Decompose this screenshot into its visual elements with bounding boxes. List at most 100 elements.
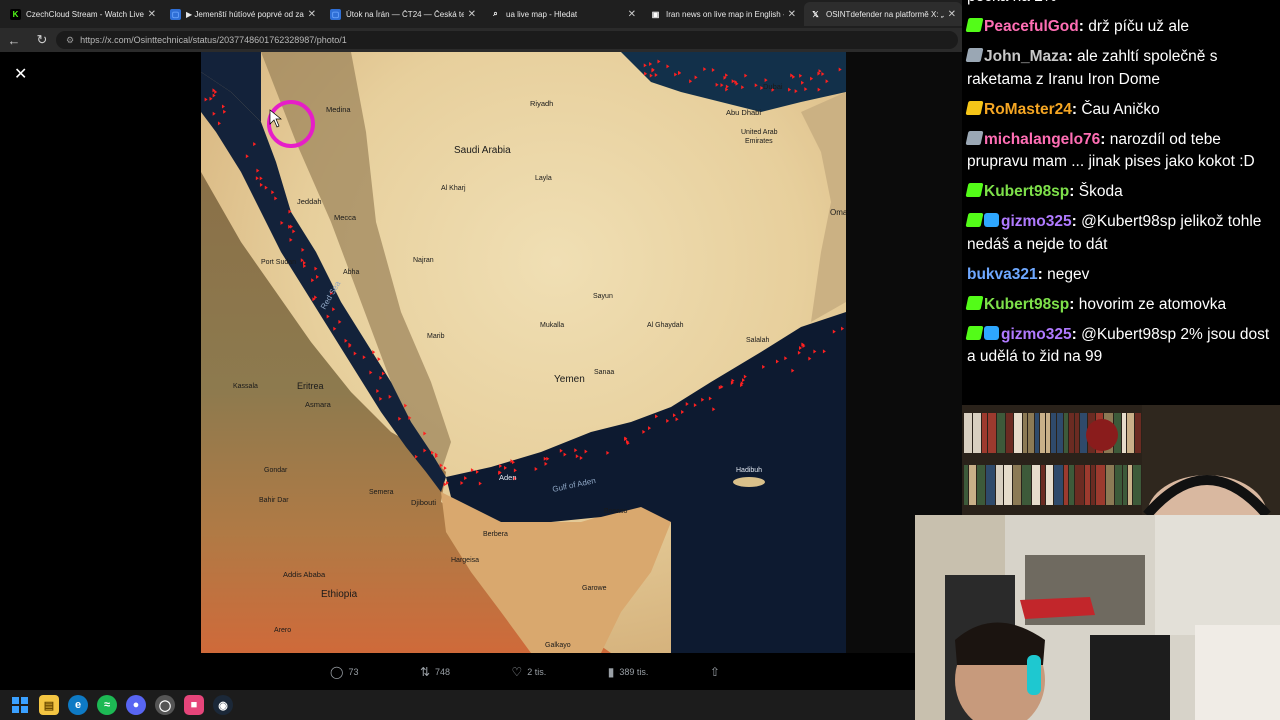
- url-field[interactable]: ⚙ https://x.com/Osinttechnical/status/20…: [56, 31, 958, 49]
- chat-message: RoMaster24: Čau Aničko: [965, 99, 1276, 122]
- book: [1032, 465, 1040, 505]
- kick-badge-yellow-icon: [965, 100, 984, 115]
- reload-icon[interactable]: ↻: [28, 32, 56, 48]
- label-hargeisa: Hargeisa: [451, 557, 479, 564]
- browser-tab[interactable]: 𝕏 OSINTdefender na platformě X: „A ✕: [804, 2, 962, 26]
- label-saudi-arabia: Saudi Arabia: [454, 145, 511, 156]
- chat-username[interactable]: gizmo325: [1001, 326, 1072, 343]
- tab-close-icon[interactable]: ✕: [148, 9, 156, 20]
- label-kassala: Kassala: [233, 383, 258, 390]
- chat-username[interactable]: Kubert98sp: [984, 296, 1069, 313]
- spotify-icon[interactable]: ≈: [97, 695, 117, 715]
- label-bosaso: Bosaso: [604, 508, 627, 515]
- diamond-badge-icon: [984, 325, 999, 340]
- label-sanaa: Sanaa: [594, 369, 614, 376]
- browser-tab[interactable]: ▢ Útok na Írán — ČT24 — Česká tele ✕: [324, 2, 482, 26]
- book: [1046, 465, 1053, 505]
- chat-text: hovorim ze atomovka: [1078, 295, 1227, 313]
- obs-icon[interactable]: ◯: [155, 695, 175, 715]
- tab-close-icon[interactable]: ✕: [468, 9, 476, 20]
- book: [964, 413, 972, 453]
- close-icon[interactable]: ✕: [14, 64, 27, 84]
- url-text: https://x.com/Osinttechnical/status/2037…: [80, 35, 347, 45]
- book: [1128, 465, 1132, 505]
- app-icon[interactable]: ■: [184, 695, 204, 715]
- kick-badge-icon: [965, 325, 984, 340]
- chat-username[interactable]: michalangelo76: [984, 131, 1100, 148]
- book: [1040, 413, 1045, 453]
- screen: K CzechCloud Stream - Watch Live o ✕ ▢ ▶ Jem…: [0, 0, 1280, 720]
- kick-badge-icon: [965, 183, 984, 197]
- label-gondar: Gondar: [264, 467, 288, 474]
- book: [1122, 413, 1126, 453]
- chat-separator: :: [1071, 213, 1082, 230]
- share-button[interactable]: ⇧: [710, 665, 720, 679]
- chat-message: PeacefulGod: drž píču už ale: [965, 16, 1276, 39]
- label-garowe: Garowe: [582, 585, 607, 592]
- label-al-ghaydah: Al Ghaydah: [647, 322, 684, 329]
- webcam-feed-2: [915, 515, 1280, 720]
- share-icon: ⇧: [709, 665, 720, 679]
- chat-message: gizmo325: @Kubert98sp 2% jsou dost a udě…: [965, 324, 1276, 369]
- label-asmara: Asmara: [305, 400, 332, 409]
- page-icon: ▢: [170, 8, 181, 20]
- book: [996, 465, 1003, 505]
- label-mecca: Mecca: [334, 213, 357, 222]
- chat-separator: :: [1100, 130, 1110, 148]
- kick-badge-icon: [965, 213, 984, 227]
- kick-badge-icon: [965, 18, 984, 32]
- views-button[interactable]: ▮ 389 tis.: [608, 665, 649, 679]
- heart-icon: ♡: [511, 665, 523, 679]
- like-button[interactable]: ♡ 2 tis.: [512, 665, 547, 679]
- steam-icon[interactable]: ◉: [213, 695, 233, 715]
- label-djibouti: Djibouti: [411, 498, 436, 507]
- book: [977, 465, 985, 505]
- tab-close-icon[interactable]: ✕: [308, 9, 316, 20]
- label-ethiopia: Ethiopia: [321, 589, 358, 600]
- chat-separator: :: [1069, 295, 1079, 313]
- chat-username[interactable]: PeacefulGod: [984, 18, 1079, 35]
- label-abha: Abha: [343, 269, 359, 276]
- reply-button[interactable]: ◯ 73: [330, 665, 358, 679]
- stream-chat: pecka na 2% PeacefulGod: drž píču už ale J…: [962, 0, 1280, 405]
- site-info-icon[interactable]: ⚙: [66, 35, 74, 46]
- browser-tab[interactable]: K CzechCloud Stream - Watch Live o ✕: [4, 2, 162, 26]
- label-bahir-dar: Bahir Dar: [259, 497, 289, 504]
- book: [986, 465, 995, 505]
- chat-username[interactable]: John_Maza: [984, 48, 1068, 65]
- book: [988, 413, 996, 453]
- tab-close-icon[interactable]: ✕: [628, 9, 636, 20]
- browser-tab[interactable]: ▣ Iran news on live map in English - ✕: [644, 2, 802, 26]
- chat-username[interactable]: gizmo325: [1001, 213, 1072, 230]
- edge-browser-icon[interactable]: e: [68, 695, 88, 715]
- windows-start-icon[interactable]: [10, 695, 30, 715]
- chat-username[interactable]: bukva321: [967, 266, 1038, 283]
- chat-separator: :: [1067, 48, 1078, 65]
- chat-message: bukva321: negev: [967, 264, 1276, 287]
- label-yemen: Yemen: [554, 374, 585, 385]
- label-riyadh: Riyadh: [530, 99, 553, 108]
- reply-icon: ◯: [330, 665, 344, 679]
- discord-icon[interactable]: ●: [126, 695, 146, 715]
- chat-message: John_Maza: ale zahltí společně s raketam…: [965, 46, 1276, 91]
- file-explorer-icon[interactable]: ▤: [39, 695, 59, 715]
- chat-username[interactable]: RoMaster24: [984, 101, 1072, 118]
- label-mekele: Semera: [369, 489, 394, 496]
- tab-label: Útok na Írán — ČT24 — Česká tele: [346, 9, 464, 19]
- os-taskbar: ▤ e ≈ ● ◯ ■ ◉: [0, 690, 915, 720]
- tab-close-icon[interactable]: ✕: [948, 9, 956, 20]
- chat-separator: :: [1078, 18, 1089, 35]
- label-aden: Aden: [499, 473, 517, 482]
- browser-tab[interactable]: ⌕ ua live map - Hledat ✕: [484, 2, 642, 26]
- label-eritrea: Eritrea: [297, 381, 324, 391]
- label-uae: United Arab: [741, 129, 778, 136]
- browser-tab[interactable]: ▢ ▶ Jemenští hútíové poprvé od zač ✕: [164, 2, 322, 26]
- repost-button[interactable]: ⇅ 748: [420, 665, 450, 679]
- book: [997, 413, 1005, 453]
- back-icon[interactable]: ←: [0, 33, 28, 48]
- tab-close-icon[interactable]: ✕: [788, 9, 796, 20]
- photo-viewer: ✕ Saudi Arabia Yemen Eritrea Ethiopia Re…: [0, 52, 962, 690]
- chat-username[interactable]: Kubert98sp: [984, 183, 1069, 200]
- book: [1135, 413, 1141, 453]
- book: [1013, 465, 1021, 505]
